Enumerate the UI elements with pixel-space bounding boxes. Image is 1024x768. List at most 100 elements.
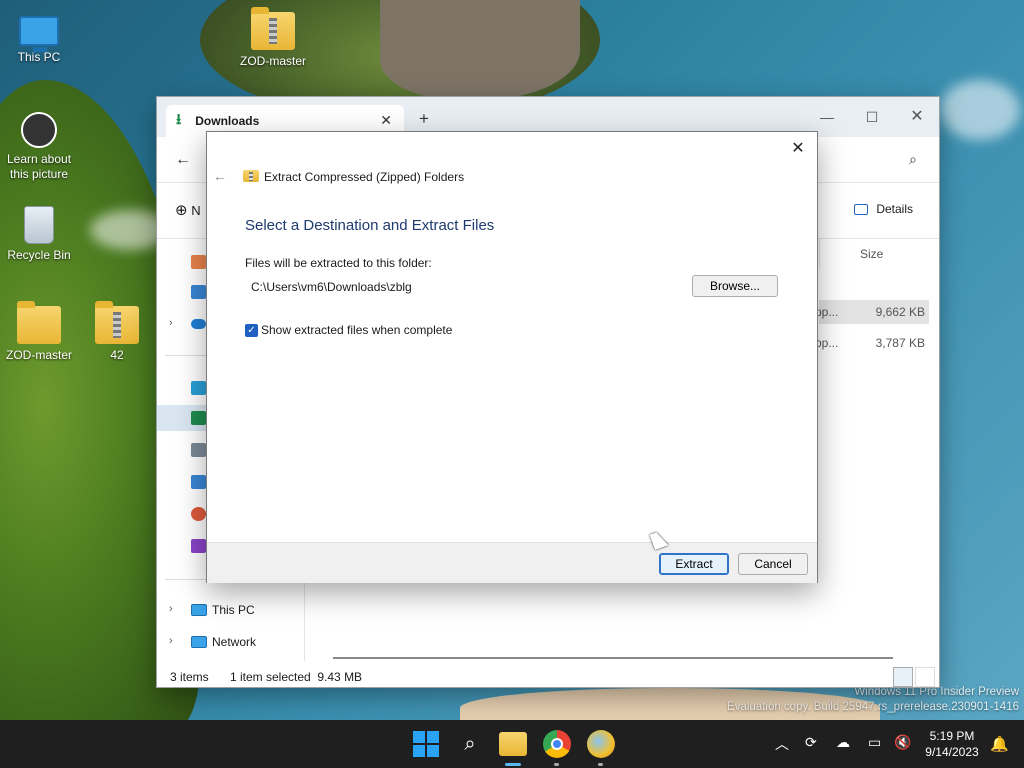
folder-icon: [17, 301, 61, 344]
tab-close-icon[interactable]: ✕: [380, 112, 392, 129]
pictures-icon: [191, 475, 206, 489]
notification-bell-icon[interactable]: 🔔: [990, 735, 1009, 753]
running-indicator: [554, 763, 559, 766]
chevron-right-icon[interactable]: ›: [169, 603, 173, 615]
network-icon[interactable]: ▭: [868, 734, 881, 751]
download-icon: [191, 411, 206, 425]
details-pane-icon: [854, 203, 869, 215]
document-icon: [191, 443, 206, 457]
watermark-line2: Evaluation copy. Build 25947.rs_prerelea…: [727, 701, 1019, 713]
file-name-fragment: pp...: [815, 336, 839, 350]
wallpaper-rock: [380, 0, 580, 100]
tab-label: Downloads: [195, 114, 260, 128]
clock-time: 5:19 PM: [929, 729, 975, 743]
desktop-icon-label: 42: [110, 348, 124, 362]
status-bar: 3 items 1 item selected 9.43 MB: [157, 665, 939, 689]
file-explorer-taskbar-icon[interactable]: [499, 732, 527, 756]
desktop-icon-learn-about-picture[interactable]: Learn about this picture: [1, 112, 77, 182]
cloud-icon: [191, 319, 206, 329]
download-icon: ⭳: [176, 110, 182, 128]
cloud-icon[interactable]: ☁: [836, 734, 850, 751]
desktop-icon-this-pc[interactable]: This PC: [1, 12, 77, 65]
close-window-button[interactable]: ✕: [899, 103, 935, 131]
zip-folder-icon: [243, 170, 259, 182]
dialog-footer: Extract Cancel: [207, 542, 817, 583]
file-row[interactable]: pp... 9,662 KB: [815, 300, 929, 324]
nav-item-this-pc[interactable]: › This PC: [157, 597, 305, 623]
chevron-right-icon[interactable]: ›: [169, 635, 173, 647]
taskbar: ⌕ ︿ ⟳ ☁ ▭ 🔇 5:19 PM 9/14/2023 🔔: [0, 720, 1024, 768]
active-app-indicator: [505, 763, 521, 766]
new-button-label: N: [191, 203, 201, 218]
nav-item-label: Network: [212, 635, 257, 649]
desktop-icon: [191, 381, 206, 395]
desktop-icon-label: This PC: [17, 50, 61, 64]
new-tab-button[interactable]: +: [419, 109, 429, 129]
desktop-icon-label: ZOD-master: [6, 348, 72, 362]
app-taskbar-icon[interactable]: [587, 730, 615, 758]
dialog-heading: Select a Destination and Extract Files: [245, 217, 495, 234]
computer-icon: [19, 16, 59, 52]
extract-dialog: ✕ ← Extract Compressed (Zipped) Folders …: [206, 131, 818, 583]
status-selection: 1 item selected 9.43 MB: [230, 670, 363, 684]
camera-icon: [21, 112, 57, 148]
file-row[interactable]: pp... 3,787 KB: [815, 331, 929, 355]
home-icon: [191, 255, 206, 269]
dialog-title: Extract Compressed (Zipped) Folders: [264, 170, 465, 184]
details-view-button[interactable]: [893, 667, 913, 687]
videos-icon: [191, 539, 206, 553]
desktop-icon-zod-master-folder[interactable]: ZOD-master: [1, 301, 77, 363]
column-header-label: Size: [860, 247, 884, 261]
plus-circle-icon: ⊕: [175, 202, 188, 219]
horizontal-scrollbar[interactable]: [333, 657, 893, 659]
destination-path-field[interactable]: C:\Users\vm6\Downloads\zblg: [251, 280, 412, 294]
search-icon[interactable]: ⌕: [456, 730, 484, 758]
column-header-size[interactable]: Size: [819, 239, 933, 269]
file-size: 9,662 KB: [875, 305, 925, 319]
nav-item-label: This PC: [212, 603, 255, 617]
details-label: Details: [876, 202, 913, 216]
show-files-checkbox[interactable]: ✓: [245, 324, 258, 337]
details-button[interactable]: Details: [854, 202, 913, 216]
back-arrow-icon[interactable]: ←: [213, 168, 227, 184]
recycle-bin-icon: [24, 206, 54, 244]
desktop-icon-recycle-bin[interactable]: Recycle Bin: [1, 206, 77, 263]
browse-button[interactable]: Browse...: [692, 275, 778, 297]
tiles-view-button[interactable]: [915, 667, 935, 687]
destination-label: Files will be extracted to this folder:: [245, 256, 432, 270]
back-arrow-icon[interactable]: ←: [175, 151, 191, 169]
zip-folder-icon: [95, 301, 139, 344]
wallpaper-foam: [940, 80, 1020, 140]
desktop-icon-label: Learn about this picture: [6, 152, 72, 181]
clock[interactable]: 5:19 PM 9/14/2023: [920, 728, 984, 760]
computer-icon: [191, 604, 207, 616]
dialog-close-button[interactable]: ✕: [785, 136, 811, 162]
clock-date: 9/14/2023: [925, 745, 979, 759]
chevron-up-icon[interactable]: ︿: [775, 734, 789, 754]
desktop-icon-42[interactable]: 42: [79, 301, 155, 363]
minimize-button[interactable]: —: [809, 103, 845, 131]
start-button[interactable]: [412, 730, 440, 758]
gallery-icon: [191, 285, 206, 299]
extract-button[interactable]: Extract: [659, 553, 729, 575]
new-button[interactable]: ⊕ N: [175, 201, 201, 219]
desktop-icon-label: ZOD-master: [240, 54, 306, 68]
chevron-right-icon[interactable]: ›: [169, 317, 173, 329]
desktop-icon-zod-master[interactable]: ZOD-master: [235, 7, 311, 69]
maximize-button[interactable]: ☐: [854, 103, 890, 131]
nav-item-network[interactable]: › Network: [157, 629, 305, 655]
chrome-taskbar-icon[interactable]: [543, 730, 571, 758]
cancel-button[interactable]: Cancel: [738, 553, 808, 575]
desktop-icon-label: Recycle Bin: [7, 248, 71, 262]
running-indicator: [598, 763, 603, 766]
search-icon[interactable]: ⌕: [909, 151, 917, 168]
checkbox-label[interactable]: Show extracted files when complete: [261, 323, 452, 337]
music-icon: [191, 507, 206, 521]
volume-muted-icon[interactable]: 🔇: [894, 734, 911, 751]
file-name-fragment: pp...: [815, 305, 839, 319]
status-item-count: 3 items: [170, 670, 209, 684]
zip-folder-icon: [251, 7, 295, 50]
network-icon: [191, 636, 207, 648]
file-size: 3,787 KB: [875, 336, 925, 350]
sync-icon[interactable]: ⟳: [805, 734, 817, 751]
